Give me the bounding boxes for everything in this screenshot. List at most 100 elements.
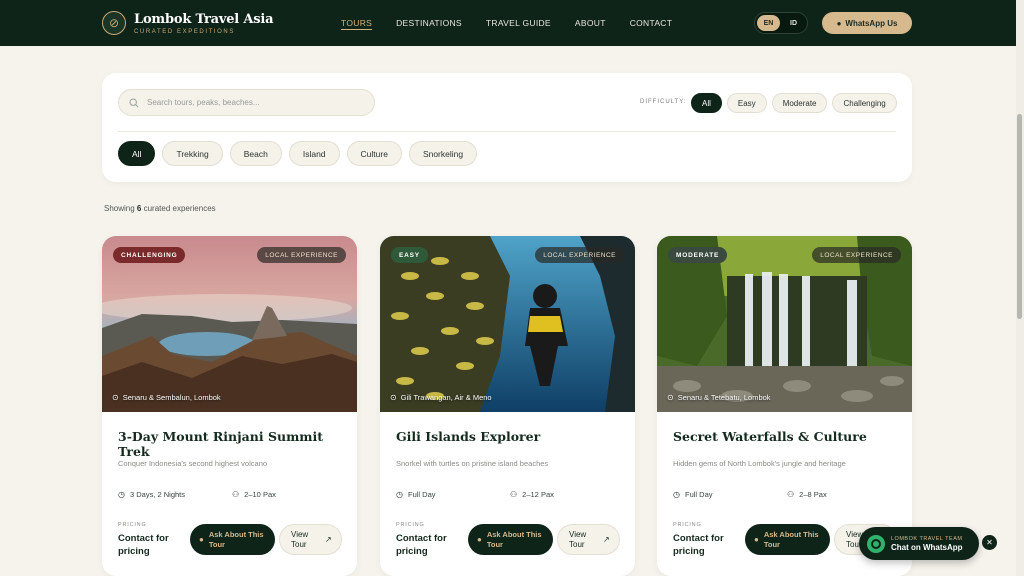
site-header: ⊘ Lombok Travel Asia CURATED EXPEDITIONS… (0, 0, 1024, 46)
category-culture[interactable]: Culture (346, 141, 402, 166)
results-number: 6 (136, 204, 142, 213)
tour-location: ⊙ Senaru & Tetebatu, Lombok (667, 393, 771, 402)
category-all[interactable]: All (118, 141, 156, 166)
difficulty-all[interactable]: All (691, 93, 722, 113)
results-suffix: curated experiences (143, 204, 216, 213)
tour-image-waterfalls[interactable]: MODERATE LOCAL EXPERIENCE ⊙ Senaru & Tet… (657, 236, 912, 412)
duration-label: 3 Days, 2 Nights (129, 490, 186, 499)
duration-label: Full Day (407, 490, 436, 499)
users-icon: ⚇ (510, 490, 518, 499)
filter-divider (118, 131, 896, 132)
chat-widget-label: Chat on WhatsApp (891, 542, 963, 552)
tour-duration: ◷ 3 Days, 2 Nights (118, 490, 185, 499)
clock-icon: ◷ (396, 490, 403, 499)
category-snorkeling[interactable]: Snorkeling (408, 141, 478, 166)
search-icon (129, 97, 139, 108)
chat-bubble-icon: ● (199, 534, 204, 544)
tour-card[interactable]: CHALLENGING LOCAL EXPERIENCE ⊙ Senaru & … (102, 236, 357, 576)
nav-destinations[interactable]: DESTINATIONS (396, 0, 462, 46)
whatsapp-us-button[interactable]: ● WhatsApp Us (822, 12, 912, 34)
location-label: Gili Trawangan, Air & Meno (400, 393, 492, 402)
scrollbar-thumb[interactable] (1017, 114, 1022, 319)
tour-card[interactable]: MODERATE LOCAL EXPERIENCE ⊙ Senaru & Tet… (657, 236, 912, 576)
clock-icon: ◷ (673, 490, 680, 499)
tour-location: ⊙ Gili Trawangan, Air & Meno (390, 393, 492, 402)
lang-en-button[interactable]: EN (757, 15, 780, 31)
tour-title[interactable]: Secret Waterfalls & Culture (673, 429, 867, 444)
ask-about-tour-button[interactable]: ● Ask About This Tour (190, 524, 275, 555)
group-size-label: 2–12 Pax (522, 490, 554, 499)
ask-about-tour-button[interactable]: ● Ask About This Tour (468, 524, 553, 555)
nav-contact[interactable]: CONTACT (630, 0, 673, 46)
category-filter: All Trekking Beach Island Culture Snorke… (118, 141, 478, 166)
tour-title[interactable]: 3-Day Mount Rinjani Summit Trek (118, 429, 357, 459)
view-label: View Tour (291, 529, 309, 549)
map-pin-icon: ⊙ (390, 393, 397, 402)
map-pin-icon: ⊙ (112, 393, 119, 402)
difficulty-easy[interactable]: Easy (726, 93, 767, 113)
tour-title[interactable]: Gili Islands Explorer (396, 429, 540, 444)
pricing-value: Contact for pricing (118, 533, 169, 557)
group-size-label: 2–10 Pax (244, 490, 276, 499)
language-switcher: EN ID (754, 12, 808, 34)
chat-bubble-icon: ● (754, 534, 759, 544)
tour-group-size: ⚇ 2–8 Pax (787, 490, 827, 499)
pricing-value: Contact for pricing (673, 533, 724, 557)
page-scrollbar[interactable] (1016, 0, 1024, 576)
ask-label: Ask About This Tour (208, 529, 264, 549)
compass-icon: ⊘ (102, 11, 126, 35)
results-prefix: Showing (104, 204, 135, 213)
view-tour-button[interactable]: View Tour ↗ (279, 524, 342, 555)
ask-label: Ask About This Tour (763, 529, 819, 549)
view-tour-button[interactable]: View Tour ↗ (557, 524, 620, 555)
difficulty-badge: EASY (391, 247, 428, 263)
difficulty-moderate[interactable]: Moderate (771, 93, 828, 113)
tour-image-rinjani[interactable]: CHALLENGING LOCAL EXPERIENCE ⊙ Senaru & … (102, 236, 357, 412)
difficulty-label: DIFFICULTY: (640, 99, 687, 105)
pricing-label: PRICING (118, 522, 147, 528)
ask-label: Ask About This Tour (486, 529, 542, 549)
lang-id-button[interactable]: ID (782, 15, 805, 31)
chat-widget-team: LOMBOK TRAVEL TEAM (891, 535, 963, 542)
ask-about-tour-button[interactable]: ● Ask About This Tour (745, 524, 830, 555)
brand-tagline: CURATED EXPEDITIONS (134, 28, 235, 35)
clock-icon: ◷ (118, 490, 125, 499)
nav-about[interactable]: ABOUT (575, 0, 606, 46)
category-trekking[interactable]: Trekking (162, 141, 223, 166)
tour-group-size: ⚇ 2–12 Pax (510, 490, 554, 499)
local-experience-badge: LOCAL EXPERIENCE (535, 247, 624, 263)
category-beach[interactable]: Beach (229, 141, 282, 166)
category-island[interactable]: Island (288, 141, 340, 166)
tour-location: ⊙ Senaru & Sembalun, Lombok (112, 393, 221, 402)
brand-logo[interactable]: ⊘ Lombok Travel Asia CURATED EXPEDITIONS (102, 11, 274, 35)
difficulty-filter: All Easy Moderate Challenging (691, 93, 897, 113)
difficulty-badge: MODERATE (668, 247, 728, 263)
users-icon: ⚇ (232, 490, 240, 499)
difficulty-challenging[interactable]: Challenging (832, 93, 897, 113)
search-input[interactable] (147, 98, 367, 107)
nav-tours[interactable]: TOURS (341, 0, 373, 46)
tour-card[interactable]: EASY LOCAL EXPERIENCE ⊙ Gili Trawangan, … (380, 236, 635, 576)
close-icon[interactable]: ✕ (982, 535, 997, 550)
pricing-label: PRICING (673, 522, 702, 528)
location-label: Senaru & Tetebatu, Lombok (677, 393, 771, 402)
tour-duration: ◷ Full Day (673, 490, 713, 499)
nav-travel-guide[interactable]: TRAVEL GUIDE (486, 0, 551, 46)
pricing-value: Contact for pricing (396, 533, 447, 557)
chat-bubble-icon: ● (477, 534, 482, 544)
whatsapp-chat-widget[interactable]: LOMBOK TRAVEL TEAM Chat on WhatsApp (859, 527, 979, 560)
results-count: Showing 6 curated experiences (104, 204, 216, 213)
tour-image-gili[interactable]: EASY LOCAL EXPERIENCE ⊙ Gili Trawangan, … (380, 236, 635, 412)
difficulty-badge: CHALLENGING (113, 247, 186, 263)
main-nav: TOURS DESTINATIONS TRAVEL GUIDE ABOUT CO… (341, 0, 672, 46)
tour-description: Conquer Indonesia's second highest volca… (118, 459, 268, 468)
filter-panel: DIFFICULTY: All Easy Moderate Challengin… (102, 73, 912, 182)
local-experience-badge: LOCAL EXPERIENCE (257, 247, 346, 263)
whatsapp-us-label: WhatsApp Us (845, 18, 898, 28)
group-size-label: 2–8 Pax (799, 490, 827, 499)
map-pin-icon: ⊙ (667, 393, 674, 402)
chat-bubble-icon: ● (836, 18, 842, 28)
local-experience-badge: LOCAL EXPERIENCE (812, 247, 901, 263)
whatsapp-icon (867, 534, 885, 553)
arrow-up-right-icon: ↗ (603, 534, 610, 544)
